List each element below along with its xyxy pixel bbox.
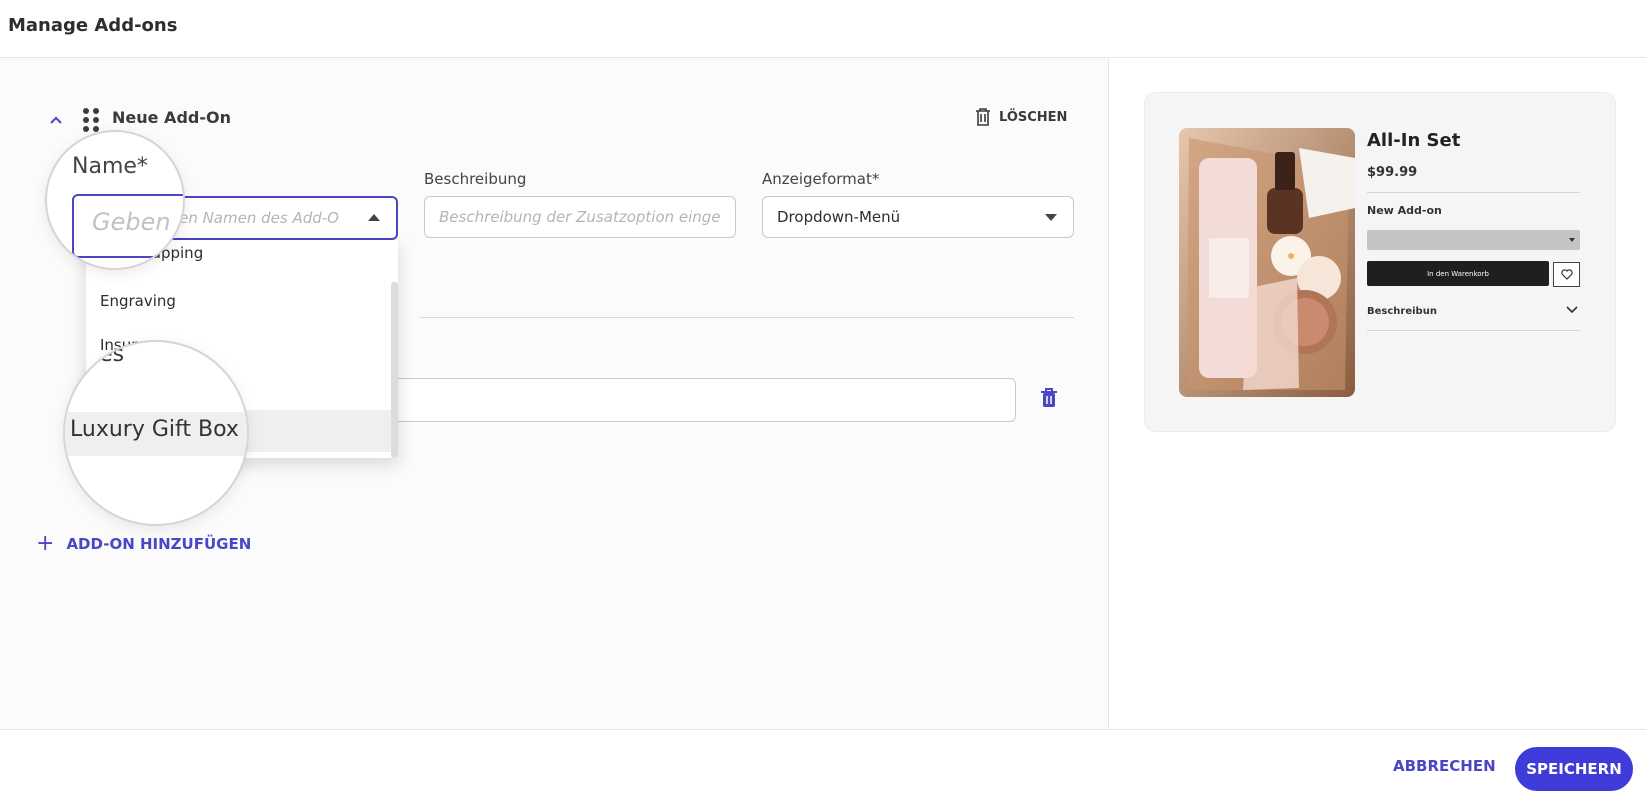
option-input[interactable] bbox=[380, 378, 1016, 422]
delete-addon-button[interactable]: LÖSCHEN bbox=[975, 108, 1067, 126]
format-value: Dropdown-Menü bbox=[777, 208, 901, 226]
preview-product-title: All-In Set bbox=[1367, 130, 1461, 151]
magnifier-dropdown: ces Luxury Gift Box bbox=[63, 340, 249, 526]
description-input[interactable]: Beschreibung der Zusatzoption einge... bbox=[424, 196, 736, 238]
dropdown-scrollbar[interactable] bbox=[391, 282, 398, 458]
magnified-name-label: Name* bbox=[72, 154, 148, 179]
drag-handle-icon[interactable] bbox=[82, 108, 100, 132]
add-addon-button[interactable]: + ADD-ON HINZUFÜGEN bbox=[36, 533, 251, 555]
caret-down-icon bbox=[1569, 238, 1575, 242]
plus-icon: + bbox=[36, 531, 55, 556]
preview-addon-label: New Add-on bbox=[1367, 204, 1442, 217]
caret-down-icon bbox=[1045, 214, 1057, 221]
description-placeholder: Beschreibung der Zusatzoption einge... bbox=[439, 208, 721, 226]
caret-up-icon bbox=[368, 214, 380, 221]
magnifier-name-field: Name* Geben bbox=[45, 130, 185, 270]
magnified-placeholder: Geben bbox=[92, 208, 171, 236]
trash-icon bbox=[976, 108, 990, 126]
chevron-down-icon[interactable] bbox=[1566, 303, 1578, 317]
magnified-option: Luxury Gift Box bbox=[70, 417, 239, 442]
add-to-cart-button[interactable]: In den Warenkorb bbox=[1367, 261, 1549, 286]
section-divider bbox=[420, 317, 1074, 318]
addon-title: Neue Add-On bbox=[112, 108, 231, 127]
dropdown-option[interactable]: Engraving bbox=[86, 280, 391, 322]
format-label: Anzeigeformat* bbox=[762, 170, 880, 188]
preview-divider bbox=[1367, 330, 1580, 331]
heart-icon[interactable] bbox=[1553, 262, 1580, 287]
save-button[interactable]: SPEICHERN bbox=[1515, 747, 1633, 791]
preview-addon-select[interactable] bbox=[1367, 230, 1580, 250]
add-addon-label: ADD-ON HINZUFÜGEN bbox=[66, 535, 252, 553]
preview-divider bbox=[1367, 192, 1580, 193]
delete-addon-label: LÖSCHEN bbox=[999, 109, 1068, 125]
trash-icon[interactable] bbox=[1040, 388, 1058, 412]
preview-price: $99.99 bbox=[1367, 165, 1418, 180]
cancel-button[interactable]: ABBRECHEN bbox=[1393, 757, 1496, 775]
page-title: Manage Add-ons bbox=[8, 15, 178, 36]
page-header: Manage Add-ons bbox=[0, 0, 1646, 58]
description-label: Beschreibung bbox=[424, 170, 527, 188]
preview-description-label: Beschreibun bbox=[1367, 306, 1437, 317]
format-select[interactable]: Dropdown-Menü bbox=[762, 196, 1074, 238]
magnified-prices-fragment: ces bbox=[87, 342, 125, 367]
product-image bbox=[1179, 128, 1355, 397]
chevron-up-icon[interactable] bbox=[44, 108, 68, 132]
